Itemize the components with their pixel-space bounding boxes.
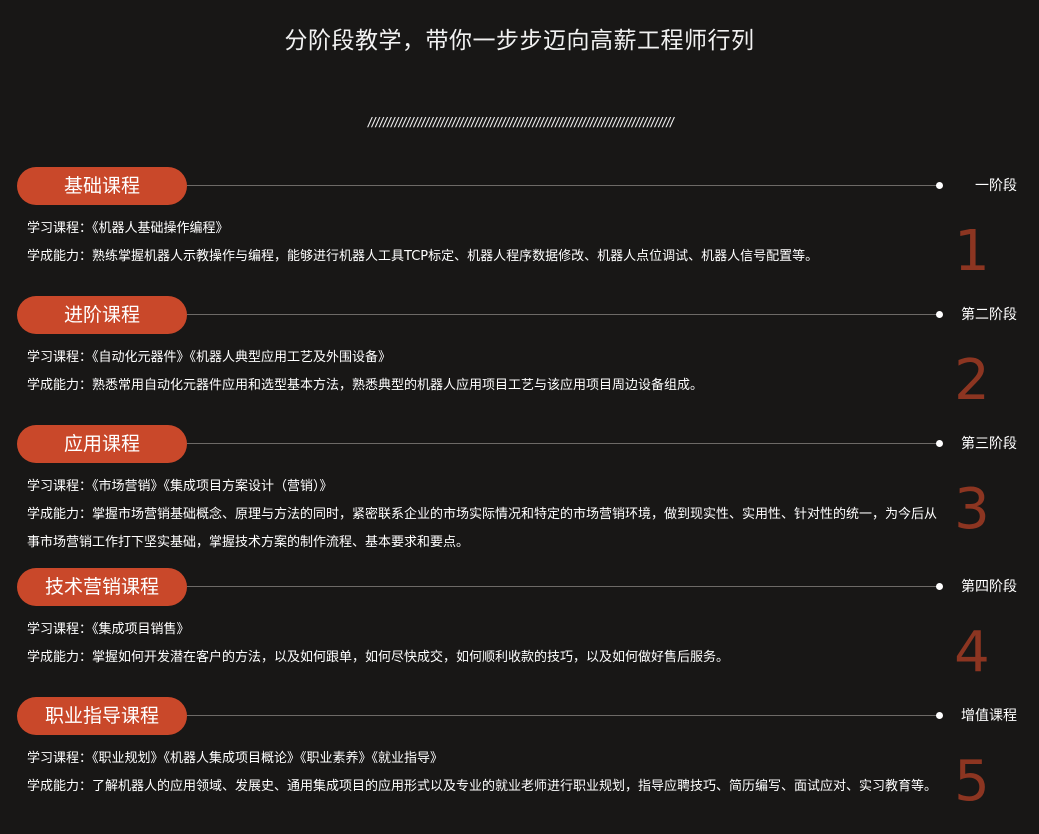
stage-4-courses: 学习课程：《集成项目销售》: [27, 622, 190, 637]
timeline-dot: [936, 311, 943, 318]
stage-4-details: 学习课程：《集成项目销售》 学成能力：掌握如何开发潜在客户的方法，以及如何跟单，…: [27, 616, 942, 672]
page-title: 分阶段教学，带你一步步迈向高薪工程师行列: [284, 28, 755, 54]
stage-1-ability: 学成能力：熟练掌握机器人示教操作与编程，能够进行机器人工具TCP标定、机器人程序…: [27, 249, 819, 264]
title-divider: ////////////////////////////////////////…: [366, 115, 676, 129]
stage-1-courses: 学习课程：《机器人基础操作编程》: [27, 221, 229, 236]
stage-2-ability: 学成能力：熟悉常用自动化元器件应用和选型基本方法，熟悉典型的机器人应用项目工艺与…: [27, 378, 704, 393]
stage-2-details: 学习课程：《自动化元器件》《机器人典型应用工艺及外围设备》 学成能力：熟悉常用自…: [27, 344, 942, 400]
stage-4-ability: 学成能力：掌握如何开发潜在客户的方法，以及如何跟单，如何尽快成交，如何顺利收款的…: [27, 650, 730, 665]
timeline-line: [187, 443, 938, 444]
stage-3-details: 学习课程：《市场营销》《集成项目方案设计（营销）》 学成能力：掌握市场营销基础概…: [27, 473, 942, 557]
timeline-line: [187, 314, 938, 315]
stage-2-pill[interactable]: 进阶课程: [17, 296, 187, 334]
timeline-dot: [936, 182, 943, 189]
stage-4-label: 第四阶段: [961, 579, 1017, 595]
stage-3-ability: 学成能力：掌握市场营销基础概念、原理与方法的同时，紧密联系企业的市场实际情况和特…: [27, 507, 938, 550]
stage-4-number: 4: [954, 620, 990, 685]
timeline-line: [187, 185, 938, 186]
stage-5-courses: 学习课程：《职业规划》《机器人集成项目概论》《职业素养》《就业指导》: [27, 751, 444, 766]
stage-5-pill[interactable]: 职业指导课程: [17, 697, 187, 735]
stage-3-label: 第三阶段: [961, 436, 1017, 452]
timeline-dot: [936, 583, 943, 590]
stage-1-pill[interactable]: 基础课程: [17, 167, 187, 205]
stage-3-number: 3: [954, 477, 990, 542]
timeline-dot: [936, 712, 943, 719]
stage-5-label: 增值课程: [961, 708, 1017, 724]
stage-2-label: 第二阶段: [961, 307, 1017, 323]
timeline-line: [187, 586, 938, 587]
stage-1-details: 学习课程：《机器人基础操作编程》 学成能力：熟练掌握机器人示教操作与编程，能够进…: [27, 215, 942, 271]
stage-2-number: 2: [954, 348, 990, 413]
stage-5-details: 学习课程：《职业规划》《机器人集成项目概论》《职业素养》《就业指导》 学成能力：…: [27, 745, 942, 801]
stage-1-label: 一阶段: [975, 178, 1017, 194]
stage-3-courses: 学习课程：《市场营销》《集成项目方案设计（营销）》: [27, 479, 333, 494]
stage-5-number: 5: [954, 749, 990, 814]
timeline-dot: [936, 440, 943, 447]
stage-2-courses: 学习课程：《自动化元器件》《机器人典型应用工艺及外围设备》: [27, 350, 392, 365]
stage-5-ability: 学成能力：了解机器人的应用领域、发展史、通用集成项目的应用形式以及专业的就业老师…: [27, 779, 938, 794]
stage-3-pill[interactable]: 应用课程: [17, 425, 187, 463]
stage-1-number: 1: [954, 219, 990, 284]
timeline-line: [187, 715, 938, 716]
stage-4-pill[interactable]: 技术营销课程: [17, 568, 187, 606]
